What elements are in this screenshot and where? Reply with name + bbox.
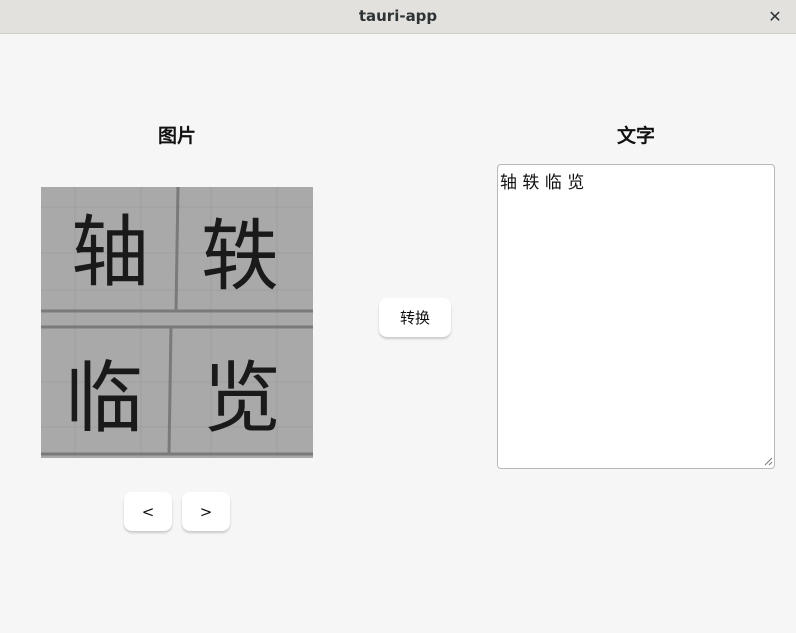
handwriting-image-canvas: 轴 轶 临 览 — [41, 187, 313, 458]
close-icon[interactable]: ✕ — [764, 6, 786, 28]
image-character: 临 — [65, 354, 143, 444]
image-panel-heading: 图片 — [157, 125, 196, 147]
resize-grip-icon[interactable] — [763, 456, 773, 466]
image-character: 轴 — [71, 208, 149, 298]
recognized-text-area[interactable]: 轴 轶 临 览 — [497, 164, 775, 469]
convert-button[interactable]: 转换 — [379, 298, 451, 337]
window-titlebar: tauri-app ✕ — [0, 0, 796, 34]
next-image-button[interactable]: > — [182, 492, 230, 531]
image-character: 轶 — [201, 212, 279, 302]
handwriting-image: 轴 轶 临 览 — [41, 187, 313, 458]
image-character: 览 — [203, 354, 281, 444]
text-panel-heading: 文字 — [616, 125, 655, 147]
previous-image-button[interactable]: < — [124, 492, 172, 531]
window-title: tauri-app — [358, 7, 438, 25]
